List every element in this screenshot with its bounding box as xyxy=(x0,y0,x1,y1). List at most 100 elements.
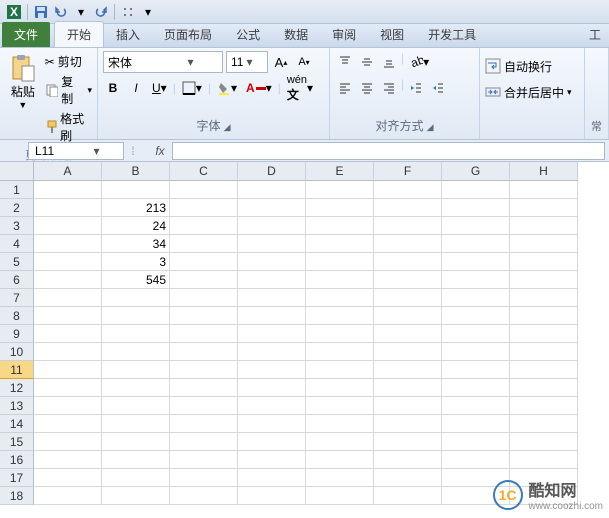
cell[interactable] xyxy=(442,415,510,433)
tab-页面布局[interactable]: 页面布局 xyxy=(152,22,224,47)
name-box[interactable]: L11▾ xyxy=(28,142,124,160)
cell[interactable] xyxy=(306,289,374,307)
row-header[interactable]: 10 xyxy=(0,343,34,361)
cell[interactable]: 3 xyxy=(102,253,170,271)
cell[interactable] xyxy=(238,307,306,325)
formula-input[interactable] xyxy=(172,142,605,160)
tab-审阅[interactable]: 审阅 xyxy=(320,22,368,47)
tab-插入[interactable]: 插入 xyxy=(104,22,152,47)
cell[interactable] xyxy=(102,469,170,487)
cell[interactable] xyxy=(238,415,306,433)
row-header[interactable]: 17 xyxy=(0,469,34,487)
cell[interactable] xyxy=(510,325,578,343)
cell[interactable] xyxy=(102,433,170,451)
merge-center-button[interactable]: 合并后居中▾ xyxy=(485,81,572,103)
cell[interactable] xyxy=(34,433,102,451)
cell[interactable] xyxy=(510,379,578,397)
cell[interactable] xyxy=(510,415,578,433)
cell[interactable] xyxy=(170,217,238,235)
row-header[interactable]: 13 xyxy=(0,397,34,415)
row-header[interactable]: 9 xyxy=(0,325,34,343)
cell[interactable] xyxy=(238,289,306,307)
row-header[interactable]: 6 xyxy=(0,271,34,289)
column-header[interactable]: G xyxy=(442,162,510,181)
cell[interactable] xyxy=(170,379,238,397)
cell[interactable] xyxy=(374,181,442,199)
cell[interactable] xyxy=(374,397,442,415)
cell[interactable] xyxy=(170,451,238,469)
cell[interactable] xyxy=(510,235,578,253)
row-header[interactable]: 12 xyxy=(0,379,34,397)
cell[interactable] xyxy=(34,217,102,235)
undo-icon[interactable] xyxy=(52,3,70,21)
fill-color-button[interactable]: ▾ xyxy=(214,77,240,99)
increase-indent-icon[interactable] xyxy=(428,77,448,99)
cell[interactable] xyxy=(238,181,306,199)
column-header[interactable]: H xyxy=(510,162,578,181)
cell[interactable] xyxy=(374,469,442,487)
cell[interactable] xyxy=(238,397,306,415)
row-header[interactable]: 5 xyxy=(0,253,34,271)
cell[interactable] xyxy=(34,469,102,487)
cell[interactable] xyxy=(102,487,170,505)
cell[interactable] xyxy=(306,451,374,469)
cell[interactable] xyxy=(306,397,374,415)
cell[interactable] xyxy=(374,289,442,307)
cell[interactable] xyxy=(306,235,374,253)
font-size-select[interactable]: 11▾ xyxy=(226,51,268,73)
cell[interactable] xyxy=(374,235,442,253)
column-header[interactable]: F xyxy=(374,162,442,181)
cell[interactable] xyxy=(170,289,238,307)
cell[interactable] xyxy=(238,253,306,271)
cell[interactable] xyxy=(306,487,374,505)
cell[interactable] xyxy=(510,271,578,289)
cell[interactable] xyxy=(374,253,442,271)
cell[interactable] xyxy=(170,433,238,451)
cell[interactable] xyxy=(374,415,442,433)
cell[interactable] xyxy=(34,253,102,271)
cell[interactable] xyxy=(170,343,238,361)
cell[interactable] xyxy=(170,487,238,505)
cell[interactable] xyxy=(510,361,578,379)
cell[interactable] xyxy=(238,379,306,397)
cell[interactable] xyxy=(306,253,374,271)
dropdown-arrow-icon[interactable]: ▾ xyxy=(72,3,90,21)
row-header[interactable]: 16 xyxy=(0,451,34,469)
cut-button[interactable]: ✂剪切 xyxy=(45,53,92,70)
cell[interactable] xyxy=(442,289,510,307)
row-header[interactable]: 11 xyxy=(0,361,34,379)
cell[interactable] xyxy=(102,379,170,397)
tab-开始[interactable]: 开始 xyxy=(54,21,104,47)
cell[interactable]: 24 xyxy=(102,217,170,235)
cell[interactable] xyxy=(306,379,374,397)
font-name-select[interactable]: 宋体▾ xyxy=(103,51,223,73)
cell[interactable] xyxy=(238,433,306,451)
cell[interactable] xyxy=(170,415,238,433)
cell[interactable] xyxy=(238,343,306,361)
redo-icon[interactable] xyxy=(92,3,110,21)
cell[interactable] xyxy=(238,361,306,379)
paste-dropdown-icon[interactable]: ▼ xyxy=(18,100,27,110)
row-header[interactable]: 4 xyxy=(0,235,34,253)
italic-button[interactable]: I xyxy=(126,77,146,99)
border-button[interactable]: ▾ xyxy=(179,77,205,99)
align-bottom-icon[interactable] xyxy=(379,51,399,73)
row-header[interactable]: 14 xyxy=(0,415,34,433)
dropdown-arrow-icon[interactable]: ▾ xyxy=(163,55,218,69)
cell[interactable]: 213 xyxy=(102,199,170,217)
cell[interactable] xyxy=(34,289,102,307)
cell[interactable] xyxy=(238,235,306,253)
cell[interactable] xyxy=(374,343,442,361)
cell[interactable] xyxy=(374,271,442,289)
align-middle-icon[interactable] xyxy=(357,51,377,73)
cell[interactable] xyxy=(374,379,442,397)
cell[interactable] xyxy=(510,433,578,451)
cell[interactable] xyxy=(442,343,510,361)
tab-file[interactable]: 文件 xyxy=(2,22,50,47)
qat-customize-icon[interactable] xyxy=(119,3,137,21)
cell[interactable] xyxy=(34,361,102,379)
cell[interactable] xyxy=(442,325,510,343)
wrap-text-button[interactable]: 自动换行 xyxy=(485,55,552,77)
cell[interactable] xyxy=(442,271,510,289)
cell[interactable] xyxy=(442,433,510,451)
